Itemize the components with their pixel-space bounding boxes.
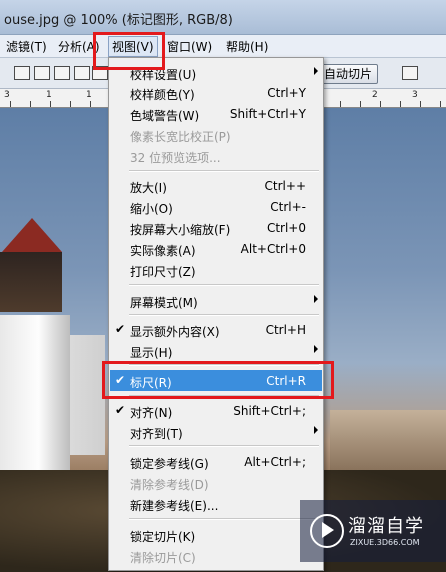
check-icon: ✔: [115, 322, 126, 336]
check-icon: ✔: [115, 403, 126, 417]
view-menu-dropdown: 校样设置(U) 校样颜色(Y) Ctrl+Y 色域警告(W) Shift+Ctr…: [108, 57, 324, 571]
menu-window[interactable]: 窗口(W): [167, 38, 212, 55]
menu-item-zoom-in[interactable]: 放大(I) Ctrl++: [110, 175, 322, 196]
menu-item-label: 缩小(O): [130, 202, 173, 216]
lighthouse-roof-image: [2, 218, 62, 252]
menu-item-clear-guides: 清除参考线(D): [110, 472, 322, 493]
menu-item-pixel-aspect-correction: 像素长宽比校正(P): [110, 124, 322, 145]
menu-item-print-size[interactable]: 打印尺寸(Z): [110, 259, 322, 280]
annotation-box-rulers: [102, 361, 334, 399]
menu-item-shortcut: Ctrl++: [264, 179, 306, 193]
menu-item-snap-to[interactable]: 对齐到(T): [110, 421, 322, 442]
submenu-arrow-icon: [314, 345, 318, 353]
watermark-url: ZIXUE.3D66.COM: [350, 538, 420, 547]
menu-item-label: 打印尺寸(Z): [130, 265, 196, 279]
menu-item-label: 屏幕模式(M): [130, 296, 198, 310]
menu-item-label: 对齐到(T): [130, 427, 183, 441]
menu-item-shortcut: Alt+Ctrl+0: [240, 242, 306, 256]
menu-item-label: 放大(I): [130, 181, 167, 195]
ruler-label: 1: [86, 90, 92, 100]
menu-item-shortcut: Ctrl+Y: [267, 86, 306, 100]
menu-item-zoom-out[interactable]: 缩小(O) Ctrl+-: [110, 196, 322, 217]
menu-item-shortcut: Shift+Ctrl+;: [233, 404, 306, 418]
menu-item-lock-slices[interactable]: 锁定切片(K): [110, 524, 322, 545]
menu-item-shortcut: Shift+Ctrl+Y: [229, 107, 306, 121]
play-icon: [322, 522, 334, 538]
menu-item-label: 校样颜色(Y): [130, 88, 195, 102]
menu-bar: 滤镜(T) 分析(A) 视图(V) 窗口(W) 帮助(H): [0, 35, 446, 58]
align-left-edges-icon[interactable]: [74, 66, 90, 80]
menu-item-new-guide[interactable]: 新建参考线(E)...: [110, 493, 322, 514]
lighthouse-lamp-image: [0, 252, 62, 312]
auto-slice-button[interactable]: 自动切片: [318, 64, 378, 84]
menu-separator: [129, 445, 319, 447]
menu-item-shortcut: Ctrl+0: [266, 221, 306, 235]
ruler-label: 2: [372, 90, 378, 100]
menu-item-shortcut: Alt+Ctrl+;: [244, 455, 306, 469]
menu-item-actual-pixels[interactable]: 实际像素(A) Alt+Ctrl+0: [110, 238, 322, 259]
menu-separator: [129, 284, 319, 286]
menu-item-shortcut: Ctrl+-: [270, 200, 306, 214]
menu-item-fit-on-screen[interactable]: 按屏幕大小缩放(F) Ctrl+0: [110, 217, 322, 238]
menu-filter[interactable]: 滤镜(T): [6, 38, 47, 55]
menu-item-shortcut: Ctrl+H: [265, 323, 306, 337]
watermark: 溜溜自学 ZIXUE.3D66.COM: [300, 500, 446, 562]
menu-separator: [129, 518, 319, 520]
ruler-label: 3: [412, 90, 418, 100]
menu-item-label: 像素长宽比校正(P): [130, 130, 231, 144]
menu-item-proof-colors[interactable]: 校样颜色(Y) Ctrl+Y: [110, 82, 322, 103]
annotation-box-view-menu: [93, 32, 165, 70]
menu-item-label: 32 位预览选项...: [130, 151, 221, 165]
ruler-label: 3: [4, 90, 10, 100]
watermark-title: 溜溜自学: [348, 516, 424, 537]
menu-item-label: 显示额外内容(X): [130, 325, 220, 339]
align-bottom-edges-icon[interactable]: [54, 66, 70, 80]
align-top-edges-icon[interactable]: [14, 66, 30, 80]
menu-item-label: 色域警告(W): [130, 109, 200, 123]
menu-help[interactable]: 帮助(H): [226, 38, 268, 55]
menu-item-label: 清除参考线(D): [130, 478, 209, 492]
submenu-arrow-icon: [314, 67, 318, 75]
menu-item-32bit-preview: 32 位预览选项...: [110, 145, 322, 166]
submenu-arrow-icon: [314, 426, 318, 434]
coastline-image: [330, 410, 446, 470]
menu-item-screen-mode[interactable]: 屏幕模式(M): [110, 290, 322, 311]
window-title: ouse.jpg @ 100% (标记图形, RGB/8): [4, 13, 233, 28]
menu-item-label: 实际像素(A): [130, 244, 196, 258]
slice-options-icon[interactable]: [402, 66, 418, 80]
menu-item-label: 锁定参考线(G): [130, 457, 209, 471]
menu-separator: [129, 314, 319, 316]
menu-item-label: 清除切片(C): [130, 551, 196, 565]
menu-item-show[interactable]: 显示(H): [110, 340, 322, 361]
menu-item-label: 锁定切片(K): [130, 530, 196, 544]
menu-item-label: 显示(H): [130, 346, 173, 360]
menu-item-lock-guides[interactable]: 锁定参考线(G) Alt+Ctrl+;: [110, 451, 322, 472]
menu-item-label: 按屏幕大小缩放(F): [130, 223, 231, 237]
menu-item-label: 新建参考线(E)...: [130, 499, 219, 513]
align-vertical-centers-icon[interactable]: [34, 66, 50, 80]
menu-item-label: 对齐(N): [130, 406, 173, 420]
menu-separator: [129, 170, 319, 172]
submenu-arrow-icon: [314, 295, 318, 303]
menu-item-gamut-warning[interactable]: 色域警告(W) Shift+Ctrl+Y: [110, 103, 322, 124]
menu-item-clear-slices: 清除切片(C): [110, 545, 322, 566]
menu-item-snap[interactable]: ✔ 对齐(N) Shift+Ctrl+;: [110, 400, 322, 421]
ruler-label: 1: [46, 90, 52, 100]
menu-item-extras[interactable]: ✔ 显示额外内容(X) Ctrl+H: [110, 319, 322, 340]
title-bar: ouse.jpg @ 100% (标记图形, RGB/8): [0, 0, 446, 35]
